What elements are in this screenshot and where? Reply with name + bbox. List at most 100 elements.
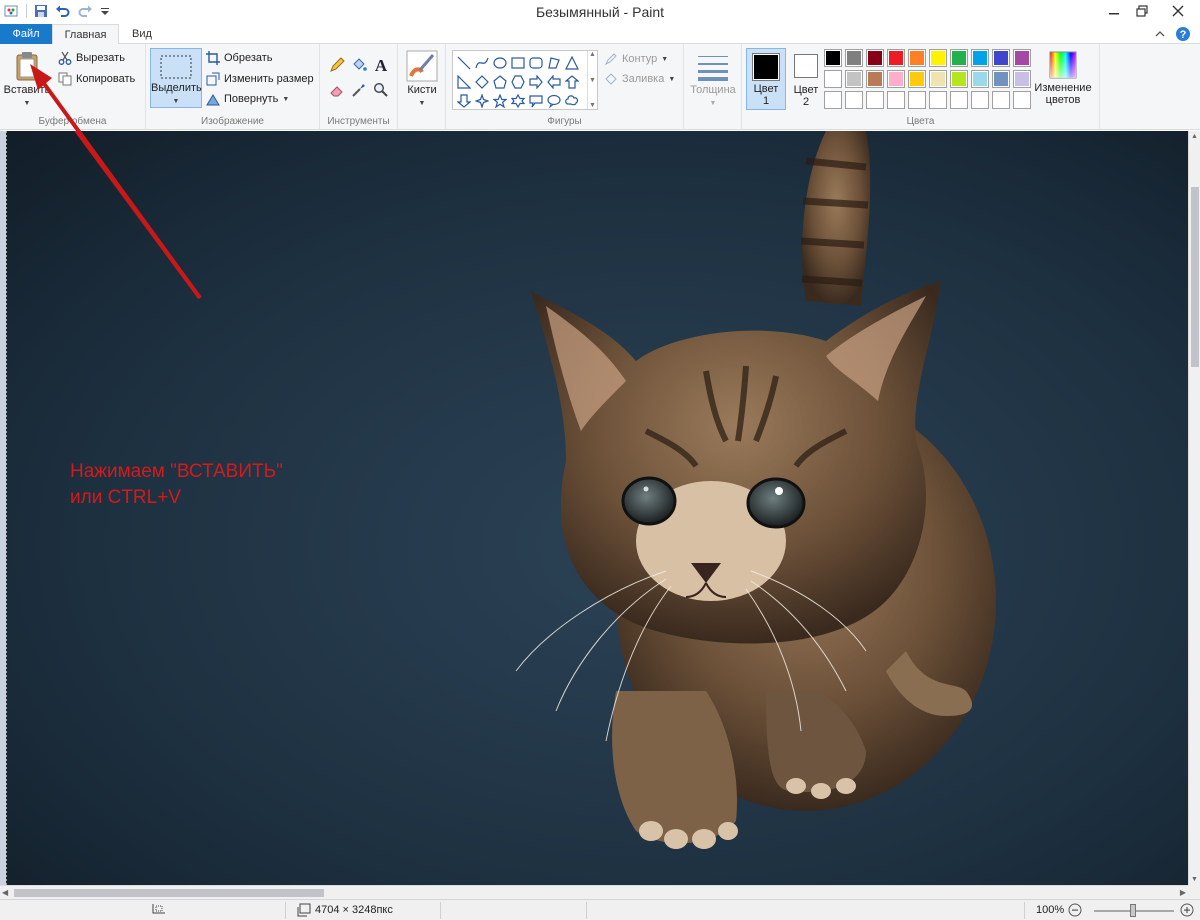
arrow-up-shape-icon[interactable] — [563, 72, 581, 91]
minimize-button[interactable] — [1100, 0, 1128, 22]
collapse-ribbon-button[interactable] — [1152, 26, 1168, 42]
tab-home[interactable]: Главная — [52, 24, 119, 45]
palette-swatch[interactable] — [887, 70, 905, 88]
tab-file[interactable]: Файл — [0, 24, 52, 44]
chevron-up-icon[interactable]: ▲ — [589, 51, 596, 58]
expand-gallery-icon[interactable]: ▼ — [589, 102, 596, 109]
palette-swatch[interactable] — [929, 91, 947, 109]
palette-swatch[interactable] — [866, 91, 884, 109]
triangle-shape-icon[interactable] — [563, 53, 581, 72]
vertical-scroll-thumb[interactable] — [1191, 187, 1199, 367]
oval-shape-icon[interactable] — [491, 53, 509, 72]
chevron-down-icon[interactable]: ▼ — [589, 77, 596, 84]
palette-swatch[interactable] — [971, 70, 989, 88]
palette-swatch[interactable] — [992, 91, 1010, 109]
color1-button[interactable]: Цвет 1 — [746, 48, 786, 110]
palette-swatch[interactable] — [908, 91, 926, 109]
palette-swatch[interactable] — [887, 49, 905, 67]
pentagon-shape-icon[interactable] — [491, 72, 509, 91]
palette-swatch[interactable] — [845, 49, 863, 67]
palette-swatch[interactable] — [1013, 91, 1031, 109]
clipboard-group: Вставить ▼ Вырезать Копировать Буфер обм… — [0, 44, 146, 130]
diamond-shape-icon[interactable] — [473, 72, 491, 91]
close-button[interactable] — [1156, 0, 1200, 22]
paste-button[interactable]: Вставить ▼ — [3, 48, 51, 110]
palette-swatch-color — [910, 72, 924, 86]
palette-swatch[interactable] — [929, 49, 947, 67]
color2-button[interactable]: Цвет 2 — [790, 48, 822, 110]
palette-swatch[interactable] — [992, 70, 1010, 88]
oval-callout-shape-icon[interactable] — [545, 91, 563, 110]
palette-swatch[interactable] — [887, 91, 905, 109]
palette-swatch-color — [826, 72, 840, 86]
zoom-out-button[interactable] — [1068, 903, 1082, 920]
four-point-star-shape-icon[interactable] — [473, 91, 491, 110]
rect-callout-shape-icon[interactable] — [527, 91, 545, 110]
canvas-workarea[interactable]: Нажимаем "ВСТАВИТЬ" или CTRL+V — [0, 131, 1188, 885]
palette-swatch[interactable] — [950, 70, 968, 88]
palette-swatch[interactable] — [950, 49, 968, 67]
palette-swatch[interactable] — [1013, 49, 1031, 67]
text-icon[interactable]: A — [373, 56, 389, 77]
status-separator — [285, 902, 286, 919]
tab-view[interactable]: Вид — [119, 24, 165, 44]
palette-swatch[interactable] — [845, 70, 863, 88]
palette-swatch[interactable] — [908, 70, 926, 88]
copy-button[interactable]: Копировать — [58, 72, 135, 86]
crop-button[interactable]: Обрезать — [206, 51, 273, 65]
palette-swatch[interactable] — [866, 49, 884, 67]
five-point-star-shape-icon[interactable] — [491, 91, 509, 110]
edit-colors-button[interactable]: Изменение цветов — [1030, 48, 1096, 110]
size-button[interactable]: Толщина ▼ — [686, 48, 740, 110]
rounded-rectangle-shape-icon[interactable] — [527, 53, 545, 72]
rotate-button[interactable]: Повернуть ▼ — [206, 92, 289, 106]
rectangle-shape-icon[interactable] — [509, 53, 527, 72]
scroll-up-icon[interactable]: ▲ — [1191, 133, 1198, 140]
palette-swatch[interactable] — [971, 91, 989, 109]
arrow-right-shape-icon[interactable] — [527, 72, 545, 91]
help-button[interactable]: ? — [1174, 25, 1192, 43]
scroll-left-icon[interactable]: ◀ — [2, 888, 8, 897]
cut-button[interactable]: Вырезать — [58, 51, 125, 65]
palette-swatch[interactable] — [824, 70, 842, 88]
palette-swatch[interactable] — [908, 49, 926, 67]
palette-swatch[interactable] — [845, 91, 863, 109]
hexagon-shape-icon[interactable] — [509, 72, 527, 91]
palette-swatch[interactable] — [1013, 70, 1031, 88]
six-point-star-shape-icon[interactable] — [509, 91, 527, 110]
brushes-button[interactable]: Кисти ▼ — [402, 48, 442, 108]
palette-swatch[interactable] — [971, 49, 989, 67]
polygon-shape-icon[interactable] — [545, 53, 563, 72]
palette-swatch[interactable] — [824, 91, 842, 109]
zoom-in-button[interactable] — [1180, 903, 1194, 920]
palette-swatch[interactable] — [992, 49, 1010, 67]
color-picker-icon[interactable] — [351, 82, 367, 101]
arrow-down-shape-icon[interactable] — [455, 91, 473, 110]
fill-bucket-icon[interactable] — [351, 57, 367, 76]
fill-button[interactable]: Заливка ▼ — [604, 72, 675, 86]
eraser-icon[interactable] — [329, 82, 345, 101]
resize-button[interactable]: Изменить размер — [206, 72, 314, 86]
select-button[interactable]: Выделить ▼ — [150, 48, 202, 108]
curve-shape-icon[interactable] — [473, 53, 491, 72]
horizontal-scrollbar[interactable]: ◀ ▶ — [0, 885, 1188, 899]
palette-swatch[interactable] — [950, 91, 968, 109]
scroll-right-icon[interactable]: ▶ — [1180, 888, 1186, 897]
zoom-slider-thumb[interactable] — [1130, 904, 1136, 917]
palette-swatch[interactable] — [824, 49, 842, 67]
arrow-left-shape-icon[interactable] — [545, 72, 563, 91]
shapes-scroll[interactable]: ▲ ▼ ▼ — [587, 51, 597, 109]
palette-swatch[interactable] — [866, 70, 884, 88]
line-shape-icon[interactable] — [455, 53, 473, 72]
outline-button[interactable]: Контур ▼ — [604, 52, 668, 66]
magnifier-icon[interactable] — [373, 82, 389, 101]
palette-swatch[interactable] — [929, 70, 947, 88]
vertical-scrollbar[interactable]: ▲ ▼ — [1188, 131, 1200, 885]
scroll-down-icon[interactable]: ▼ — [1191, 876, 1198, 883]
cloud-callout-shape-icon[interactable] — [563, 91, 581, 110]
right-triangle-shape-icon[interactable] — [455, 72, 473, 91]
horizontal-scroll-thumb[interactable] — [14, 889, 324, 897]
chevron-down-icon: ▼ — [661, 55, 669, 63]
pencil-icon[interactable] — [329, 57, 345, 76]
maximize-button[interactable] — [1128, 0, 1156, 22]
